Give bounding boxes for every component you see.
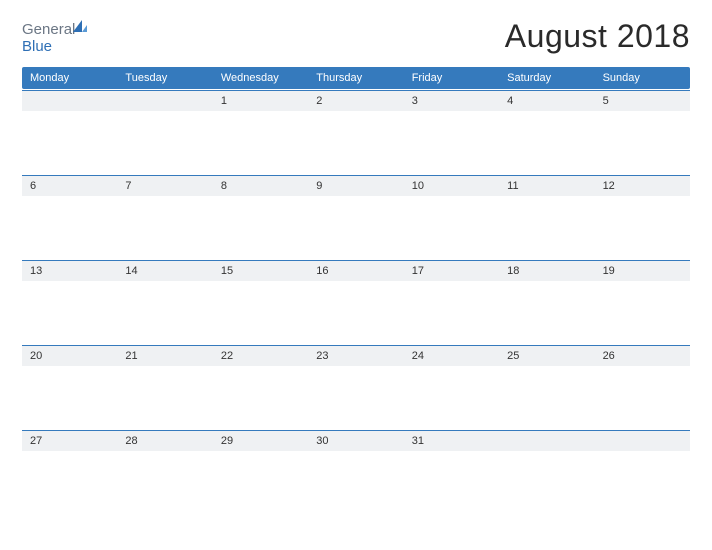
week-dates: 20 21 22 23 24 25 26 <box>22 345 690 366</box>
date-cell <box>22 91 117 111</box>
day-header: Saturday <box>499 67 594 89</box>
date-cell: 22 <box>213 346 308 366</box>
date-cell: 27 <box>22 431 117 451</box>
date-cell <box>117 91 212 111</box>
date-cell: 28 <box>117 431 212 451</box>
date-cell: 14 <box>117 261 212 281</box>
date-cell: 1 <box>213 91 308 111</box>
date-cell: 26 <box>595 346 690 366</box>
date-cell: 8 <box>213 176 308 196</box>
date-cell: 2 <box>308 91 403 111</box>
date-cell: 16 <box>308 261 403 281</box>
date-cell: 7 <box>117 176 212 196</box>
day-header: Monday <box>22 67 117 89</box>
day-header: Wednesday <box>213 67 308 89</box>
week-body <box>22 196 690 260</box>
date-cell: 24 <box>404 346 499 366</box>
date-cell: 3 <box>404 91 499 111</box>
date-cell <box>595 431 690 451</box>
logo-text-blue: Blue <box>22 38 52 55</box>
date-cell: 10 <box>404 176 499 196</box>
week-body <box>22 111 690 175</box>
date-cell: 5 <box>595 91 690 111</box>
date-cell: 30 <box>308 431 403 451</box>
logo-text-general: General <box>22 21 75 38</box>
day-header: Sunday <box>595 67 690 89</box>
week-body <box>22 281 690 345</box>
calendar-title: August 2018 <box>505 18 690 55</box>
week-body <box>22 451 690 515</box>
week-body <box>22 366 690 430</box>
week-dates: 13 14 15 16 17 18 19 <box>22 260 690 281</box>
day-header: Thursday <box>308 67 403 89</box>
week-dates: 6 7 8 9 10 11 12 <box>22 175 690 196</box>
logo: GeneralBlue <box>22 20 89 55</box>
date-cell: 12 <box>595 176 690 196</box>
date-cell: 31 <box>404 431 499 451</box>
date-cell: 29 <box>213 431 308 451</box>
calendar-grid: 1 2 3 4 5 6 7 8 9 10 11 12 13 14 15 16 1… <box>22 90 690 515</box>
date-cell: 6 <box>22 176 117 196</box>
date-cell: 18 <box>499 261 594 281</box>
date-cell: 25 <box>499 346 594 366</box>
date-cell: 4 <box>499 91 594 111</box>
week-dates: 1 2 3 4 5 <box>22 90 690 111</box>
day-header: Tuesday <box>117 67 212 89</box>
date-cell: 17 <box>404 261 499 281</box>
date-cell: 23 <box>308 346 403 366</box>
week-dates: 27 28 29 30 31 <box>22 430 690 451</box>
date-cell <box>499 431 594 451</box>
date-cell: 9 <box>308 176 403 196</box>
day-header: Friday <box>404 67 499 89</box>
date-cell: 13 <box>22 261 117 281</box>
date-cell: 15 <box>213 261 308 281</box>
date-cell: 19 <box>595 261 690 281</box>
date-cell: 20 <box>22 346 117 366</box>
calendar-header: GeneralBlue August 2018 <box>22 18 690 55</box>
date-cell: 11 <box>499 176 594 196</box>
logo-icon <box>73 20 89 38</box>
date-cell: 21 <box>117 346 212 366</box>
day-headers-row: Monday Tuesday Wednesday Thursday Friday… <box>22 67 690 89</box>
